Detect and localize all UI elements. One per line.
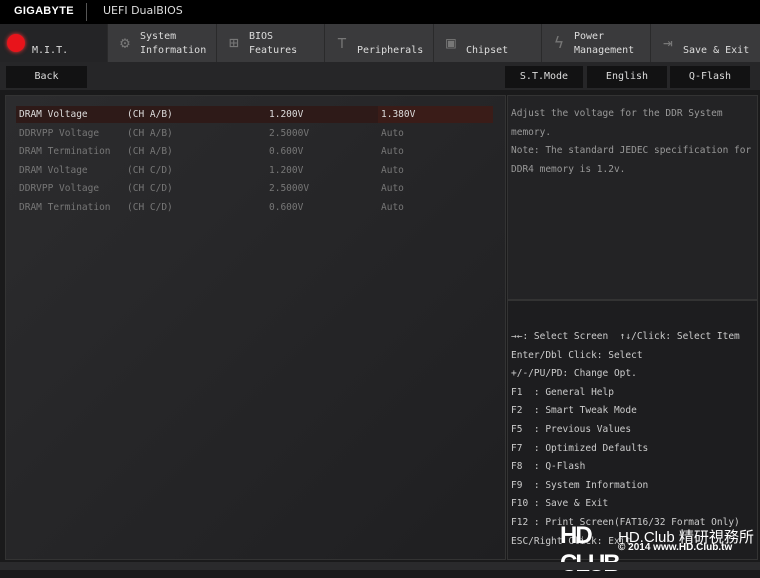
tab-system-information[interactable]: ⚙ System Information: [108, 24, 217, 62]
help-panel: Adjust the voltage for the DDR System me…: [507, 95, 758, 300]
setting-name: DDRVPP Voltage: [19, 183, 100, 195]
key-hint: F9 : System Information: [511, 479, 649, 491]
key-hint: Enter/Dbl Click: Select: [511, 349, 643, 361]
setting-current: 0.600V: [269, 146, 304, 158]
watermark-line2: © 2014 www.HD.Club.tw: [618, 542, 733, 553]
tab-bios-features[interactable]: ⊞ BIOS Features: [217, 24, 325, 62]
top-bar: GIGABYTE UEFI DualBIOS: [0, 0, 760, 24]
key-legend: →←: Select Screen ↑↓/Click: Select Item …: [507, 300, 758, 560]
setting-name: DDRVPP Voltage: [19, 127, 100, 139]
tab-label: Chipset: [466, 45, 509, 56]
bottom-bar: [0, 562, 760, 570]
tab-chipset[interactable]: ▣ Chipset: [434, 24, 542, 62]
tab-mit[interactable]: M.I.T.: [0, 24, 108, 62]
tab-label: M.I.T.: [32, 45, 69, 56]
peripherals-icon: ⊤: [337, 33, 347, 52]
setting-name: DRAM Termination: [19, 146, 111, 158]
main-tabs: M.I.T. ⚙ System Information ⊞ BIOS Feature…: [0, 24, 760, 62]
tab-label: Power Management: [574, 31, 635, 56]
tab-label: Save & Exit: [683, 45, 750, 56]
product-title: UEFI DualBIOS: [103, 4, 183, 17]
setting-current: 2.5000V: [269, 183, 310, 195]
setting-name: DRAM Voltage: [19, 109, 88, 120]
setting-row[interactable]: DDRVPP Voltage (CH A/B) 2.5000V Auto: [16, 125, 493, 142]
setting-current: 1.200V: [269, 164, 304, 176]
key-hint: F10 : Save & Exit: [511, 498, 609, 510]
setting-value-input[interactable]: Auto: [381, 125, 404, 142]
qflash-button[interactable]: Q-Flash: [670, 66, 750, 88]
help-text: Adjust the voltage for the DDR System me…: [511, 108, 723, 138]
settings-panel: DRAM Voltage (CH A/B) 1.200V 1.380V DDRVPP …: [5, 95, 506, 560]
setting-row[interactable]: DRAM Termination (CH C/D) 0.600V Auto: [16, 199, 493, 216]
tab-label: System Information: [140, 31, 207, 56]
setting-channel: (CH C/D): [127, 183, 173, 195]
bios-plus-icon: ⊞: [229, 33, 239, 52]
power-bolt-icon: ϟ: [554, 33, 564, 52]
setting-row[interactable]: DDRVPP Voltage (CH C/D) 2.5000V Auto: [16, 180, 493, 197]
setting-channel: (CH C/D): [127, 164, 173, 176]
setting-current: 2.5000V: [269, 127, 310, 139]
key-hint: →←: Select Screen ↑↓/Click: Select Item: [511, 331, 740, 342]
st-mode-button[interactable]: S.T.Mode: [505, 66, 583, 88]
help-note: Note: The standard JEDEC specification f…: [511, 145, 752, 175]
setting-value-input[interactable]: Auto: [381, 199, 404, 216]
key-hint: +/-/PU/PD: Change Opt.: [511, 368, 637, 380]
key-hint: F8 : Q-Flash: [511, 461, 586, 473]
setting-channel: (CH A/B): [127, 146, 173, 158]
setting-value-input[interactable]: Auto: [381, 180, 404, 197]
key-hint: F7 : Optimized Defaults: [511, 442, 649, 454]
chip-icon: ▣: [446, 33, 456, 52]
mit-red-dot-icon: [7, 34, 25, 52]
tab-label: Peripherals: [357, 45, 424, 56]
setting-channel: (CH A/B): [127, 109, 173, 120]
setting-name: DRAM Termination: [19, 202, 111, 213]
gigabyte-logo: GIGABYTE: [14, 5, 74, 17]
tab-save-exit[interactable]: ⇥ Save & Exit: [651, 24, 760, 62]
setting-value-input[interactable]: 1.380V: [378, 106, 493, 123]
setting-current: 0.600V: [269, 202, 304, 213]
setting-value-input[interactable]: Auto: [381, 143, 404, 160]
key-hint: F2 : Smart Tweak Mode: [511, 405, 637, 417]
setting-name: DRAM Voltage: [19, 164, 88, 176]
tab-peripherals[interactable]: ⊤ Peripherals: [325, 24, 434, 62]
back-button[interactable]: Back: [6, 66, 87, 88]
divider: [86, 3, 87, 21]
setting-channel: (CH A/B): [127, 127, 173, 139]
sub-toolbar: Back S.T.Mode English Q-Flash: [0, 62, 760, 90]
language-button[interactable]: English: [587, 66, 667, 88]
tab-power-management[interactable]: ϟ Power Management: [542, 24, 651, 62]
key-hint: F5 : Previous Values: [511, 423, 632, 435]
setting-channel: (CH C/D): [127, 202, 173, 213]
gear-icon: ⚙: [120, 33, 130, 52]
setting-row[interactable]: DRAM Voltage (CH A/B) 1.200V 1.380V: [16, 106, 493, 123]
setting-row[interactable]: DRAM Voltage (CH C/D) 1.200V Auto: [16, 162, 493, 179]
tab-label: BIOS Features: [249, 31, 298, 56]
exit-door-icon: ⇥: [663, 33, 673, 52]
setting-row[interactable]: DRAM Termination (CH A/B) 0.600V Auto: [16, 143, 493, 160]
setting-current: 1.200V: [269, 109, 304, 120]
setting-value-input[interactable]: Auto: [381, 162, 404, 179]
key-hint: F1 : General Help: [511, 386, 614, 398]
